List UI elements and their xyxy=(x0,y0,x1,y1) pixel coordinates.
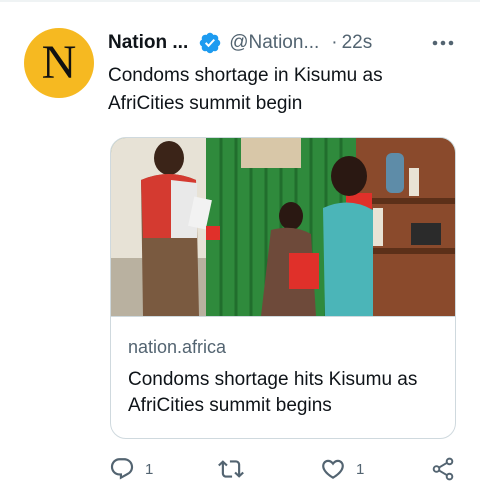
tweet-actions: 1 1 xyxy=(0,448,480,488)
retweet-button[interactable] xyxy=(218,456,244,482)
retweet-icon xyxy=(218,460,244,478)
verified-badge-icon xyxy=(199,32,221,54)
tweet-header: Nation ... @Nation... · 22s xyxy=(108,30,372,56)
like-count: 1 xyxy=(356,460,365,478)
card-domain: nation.africa xyxy=(128,337,227,357)
author-handle[interactable]: @Nation... xyxy=(229,32,319,54)
reply-count: 1 xyxy=(145,460,154,478)
avatar[interactable]: N xyxy=(24,28,94,98)
reply-icon xyxy=(110,458,134,480)
link-card[interactable]: nation.africa Condoms shortage hits Kisu… xyxy=(110,137,456,439)
card-title: Condoms shortage hits Kisumu as AfriCiti… xyxy=(128,369,418,416)
like-button[interactable]: 1 xyxy=(320,456,364,482)
reply-button[interactable]: 1 xyxy=(109,456,153,482)
card-meta: nation.africa Condoms shortage hits Kisu… xyxy=(111,316,455,438)
like-icon xyxy=(322,459,344,479)
separator-dot: · xyxy=(331,32,338,53)
timestamp[interactable]: 22s xyxy=(342,32,373,54)
author-name[interactable]: Nation ... xyxy=(108,32,188,54)
tweet-text: Condoms shortage in Kisumu as AfriCities… xyxy=(108,65,383,114)
top-divider xyxy=(0,0,480,2)
share-icon xyxy=(432,457,454,481)
card-image xyxy=(111,138,455,316)
avatar-letter: N xyxy=(41,36,77,89)
share-button[interactable] xyxy=(430,456,456,482)
more-icon[interactable] xyxy=(430,33,456,53)
